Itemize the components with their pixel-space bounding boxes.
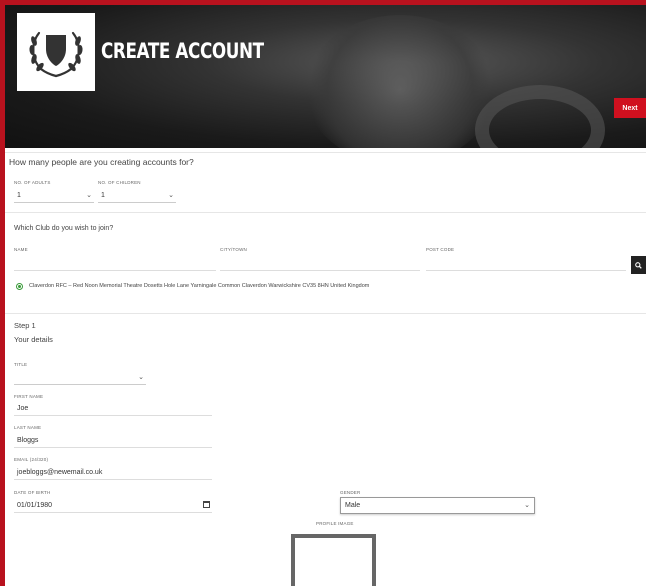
gender-label: GENDER <box>340 490 361 495</box>
chevron-down-icon: ⌄ <box>86 192 92 199</box>
children-select[interactable]: 1 ⌄ <box>98 189 176 203</box>
club-name-label: NAME <box>14 247 28 252</box>
email-value: joebloggs@newemail.co.uk <box>17 469 103 476</box>
children-value: 1 <box>101 192 105 199</box>
chevron-down-icon: ⌄ <box>138 374 144 381</box>
postcode-input[interactable] <box>426 257 626 271</box>
profile-image-upload[interactable] <box>291 534 376 586</box>
adults-label: NO. OF ADULTS <box>14 180 51 185</box>
chevron-down-icon: ⌄ <box>168 192 174 199</box>
city-input[interactable] <box>220 257 420 271</box>
adults-select[interactable]: 1 ⌄ <box>14 189 94 203</box>
first-name-input[interactable]: Joe <box>14 402 212 416</box>
postcode-label: POST CODE <box>426 247 455 252</box>
laurel-shield-icon <box>29 31 83 78</box>
club-question: Which Club do you wish to join? <box>14 225 114 232</box>
club-result-text: Claverdon RFC – Red Noon Memorial Theatr… <box>29 283 370 289</box>
search-button[interactable] <box>631 256 646 274</box>
dob-label: DATE OF BIRTH <box>14 490 51 495</box>
city-label: CITY/TOWN <box>220 247 247 252</box>
dob-input[interactable]: 01/01/1980 <box>14 499 212 513</box>
next-button[interactable]: Next <box>614 98 646 118</box>
divider <box>5 313 646 314</box>
header-banner: CREATE ACCOUNT Next <box>5 5 646 148</box>
divider <box>5 212 646 213</box>
title-select[interactable]: ⌄ <box>14 371 146 385</box>
accounts-question: How many people are you creating account… <box>9 157 194 167</box>
last-name-value: Bloggs <box>17 437 39 444</box>
first-name-value: Joe <box>17 405 29 412</box>
divider <box>5 152 646 153</box>
search-icon <box>635 261 642 269</box>
dob-value: 01/01/1980 <box>17 502 53 509</box>
club-logo <box>17 13 95 91</box>
children-label: NO. OF CHILDREN <box>98 180 141 185</box>
email-input[interactable]: joebloggs@newemail.co.uk <box>14 466 212 480</box>
page-frame: CREATE ACCOUNT Next How many people are … <box>5 5 646 586</box>
step-subtitle: Your details <box>14 335 53 344</box>
gender-value: Male <box>345 502 361 509</box>
title-label: TITLE <box>14 362 28 367</box>
gender-select[interactable]: Male ⌄ <box>340 497 535 514</box>
email-label: EMAIL (24/320) <box>14 457 49 462</box>
calendar-icon[interactable] <box>203 501 210 508</box>
first-name-label: FIRST NAME <box>14 394 44 399</box>
profile-image-label: PROFILE IMAGE <box>316 521 354 526</box>
page-title: CREATE ACCOUNT <box>101 39 264 63</box>
club-result-radio[interactable] <box>16 283 23 290</box>
last-name-label: LAST NAME <box>14 425 42 430</box>
last-name-input[interactable]: Bloggs <box>14 434 212 448</box>
club-name-input[interactable] <box>14 257 216 271</box>
adults-value: 1 <box>17 192 21 199</box>
step-label: Step 1 <box>14 321 36 330</box>
banner-background-figure <box>305 15 495 148</box>
chevron-down-icon: ⌄ <box>524 502 530 509</box>
